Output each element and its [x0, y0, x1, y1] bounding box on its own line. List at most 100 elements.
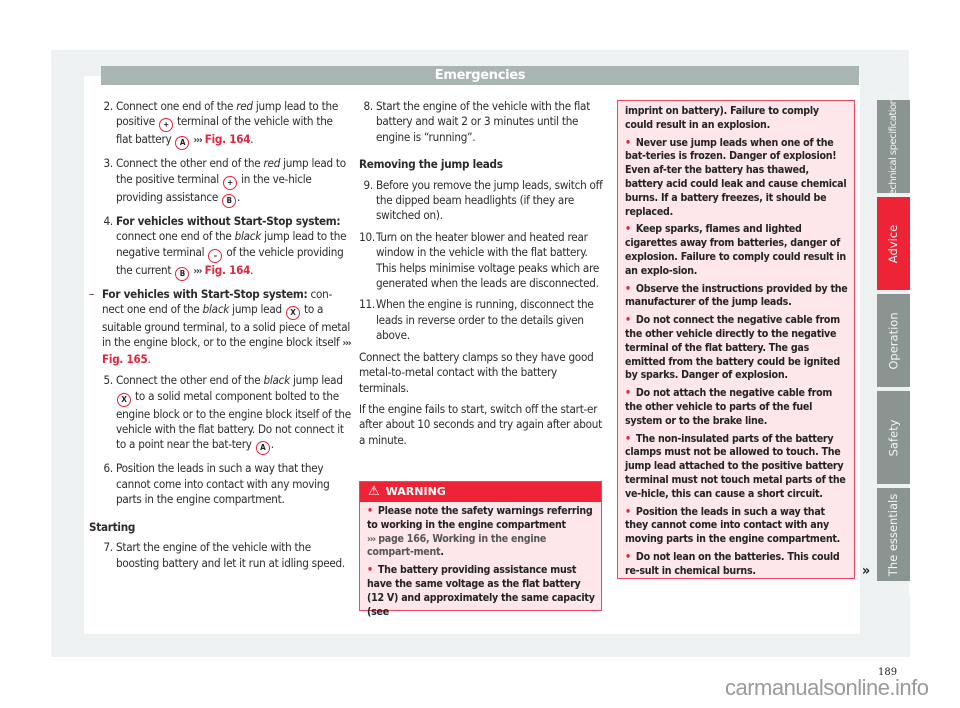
column-middle: 8. Start the engine of the vehicle with …	[359, 99, 607, 454]
tab-label: Operation	[886, 311, 901, 370]
warning-text: Do not attach the negative cable from th…	[625, 387, 833, 427]
paragraph: If the engine fails to start, switch off…	[359, 401, 602, 447]
step-text: Connect one end of the	[116, 99, 237, 113]
step-text: .	[250, 132, 254, 147]
section-header: Emergencies	[101, 66, 859, 85]
warning-text: Do not connect the negative cable from t…	[625, 314, 840, 382]
tab-label: Technical specifications	[888, 93, 899, 200]
plus-terminal-icon: +	[223, 175, 238, 190]
step-item: 8. Start the engine of the vehicle with …	[359, 99, 607, 145]
label-a-icon: A	[175, 136, 190, 151]
figure-link[interactable]: Fig. 165	[102, 352, 148, 366]
warning-bullet: • Do not connect the negative cable from…	[625, 314, 848, 383]
bullet-icon: •	[625, 223, 631, 236]
figure-link[interactable]: Fig. 164	[205, 263, 251, 277]
step-item: 9. Before you remove the jump leads, swi…	[359, 178, 607, 224]
step-text: .	[270, 437, 274, 452]
step-text-italic: black	[263, 373, 290, 388]
step-item: 11. When the engine is running, disconne…	[359, 297, 607, 343]
warning-bullet: • Observe the instructions provided by t…	[625, 283, 848, 311]
step-text: Start the engine of the vehicle with the…	[376, 99, 591, 144]
step-text: Before you remove the jump leads, switch…	[376, 177, 603, 223]
step-number: 11.	[359, 297, 375, 312]
minus-terminal-icon: –	[208, 248, 223, 263]
step-text: Start the engine of the vehicle with the…	[116, 540, 345, 570]
step-text: connect one end of the	[116, 229, 235, 244]
tab-label: The essentials	[886, 493, 901, 576]
reference-arrows-icon: ›››	[342, 338, 352, 350]
step-item: 2. Connect one end of the red jump lead …	[89, 99, 351, 151]
step-text: jump lead	[229, 302, 285, 317]
step-text: jump lead	[289, 373, 343, 388]
step-number: 2.	[103, 99, 114, 113]
step-text-italic: red	[263, 156, 281, 171]
step-item: 3. Connect the other end of the red jump…	[89, 156, 351, 208]
bullet-icon: •	[625, 314, 631, 327]
step-item: 7. Start the engine of the vehicle with …	[89, 540, 351, 571]
bullet-icon: •	[367, 505, 373, 517]
plus-terminal-icon: +	[158, 118, 173, 133]
step-item: 4. For vehicles without Start-Stop syste…	[89, 214, 351, 281]
step-text: When the engine is running, disconnect t…	[376, 297, 594, 343]
warning-text: Observe the instructions provided by the…	[625, 282, 848, 309]
step-number: 3.	[103, 156, 114, 171]
label-x-icon: X	[117, 392, 131, 407]
warning-text: Position the leads in such a way that th…	[625, 505, 841, 546]
step-number: 8.	[363, 99, 374, 113]
step-bold-text: For vehicles with Start-Stop system:	[102, 286, 308, 301]
tab-safety[interactable]: Safety	[877, 391, 910, 484]
warning-bullet: • Do not attach the negative cable from …	[625, 387, 848, 428]
bullet-icon: •	[625, 136, 631, 149]
tab-the-essentials[interactable]: The essentials	[877, 488, 910, 581]
warning-bullet: • Never use jump leads when one of the b…	[625, 137, 848, 220]
step-number: 6.	[103, 461, 114, 476]
watermark: carmanualsonline.info	[725, 675, 929, 700]
step-text: Position the leads in such a way that th…	[116, 461, 330, 507]
step-number: 4.	[103, 213, 114, 228]
step-text: Connect the other end of the	[116, 373, 264, 388]
step-item: 10. Turn on the heater blower and heated…	[359, 230, 607, 292]
step-text: Turn on the heater blower and heated rea…	[376, 229, 600, 291]
label-b-icon: B	[222, 193, 237, 208]
warning-header: ⚠ WARNING	[360, 482, 601, 502]
tab-advice[interactable]: Advice	[877, 197, 910, 290]
step-text-italic: black	[202, 302, 230, 317]
tab-technical-specifications[interactable]: Technical specifications	[877, 94, 910, 199]
bullet-icon: •	[367, 564, 373, 577]
tab-label: Safety	[886, 419, 901, 456]
reference-arrows-icon: ›››	[193, 265, 202, 277]
label-a-icon: A	[255, 441, 270, 456]
warning-triangle-icon: ⚠	[368, 484, 380, 499]
warning-bullet: • Position the leads in such a way that …	[625, 506, 848, 547]
step-text: Connect the other end of the	[116, 156, 264, 171]
step-text-italic: black	[234, 229, 262, 244]
page-link[interactable]: page 166, Working in the engine compart-…	[367, 533, 546, 559]
warning-text: Please note the safety warnings referrin…	[367, 505, 593, 531]
step-text: .	[147, 351, 151, 366]
bullet-icon: •	[625, 387, 631, 400]
warning-box: ⚠ WARNING • Please note the safety warnin…	[359, 481, 602, 618]
warning-bullet: • Keep sparks, flames and lighted cigare…	[625, 223, 848, 278]
figure-link[interactable]: Fig. 164	[205, 132, 251, 146]
tab-label: Advice	[886, 224, 901, 263]
warning-text: Do not lean on the batteries. This could…	[625, 550, 840, 577]
step-text: .	[237, 189, 241, 204]
step-number: 10.	[359, 229, 375, 244]
reference-arrows-icon: ›››	[193, 135, 203, 147]
warning-body: imprint on battery). Failure to comply c…	[618, 101, 854, 579]
dash-marker: –	[89, 286, 94, 301]
bullet-icon: •	[625, 550, 631, 563]
warning-text: .	[440, 546, 444, 559]
tab-operation[interactable]: Operation	[877, 294, 910, 387]
step-text-italic: red	[236, 99, 253, 113]
step-item: 5. Connect the other end of the black ju…	[89, 373, 351, 456]
warning-body: • Please note the safety warnings referr…	[360, 502, 601, 619]
step-bold-text: For vehicles without Start-Stop system:	[116, 213, 341, 228]
continue-arrow-icon: »	[862, 563, 871, 579]
warning-text: Keep sparks, flames and lighted cigarett…	[625, 223, 846, 277]
bullet-icon: •	[625, 505, 631, 518]
step-item: – For vehicles with Start-Stop system: c…	[89, 286, 352, 368]
warning-text: The non-insulated parts of the battery c…	[625, 432, 846, 500]
step-text: .	[250, 262, 254, 277]
step-number: 5.	[103, 373, 114, 388]
